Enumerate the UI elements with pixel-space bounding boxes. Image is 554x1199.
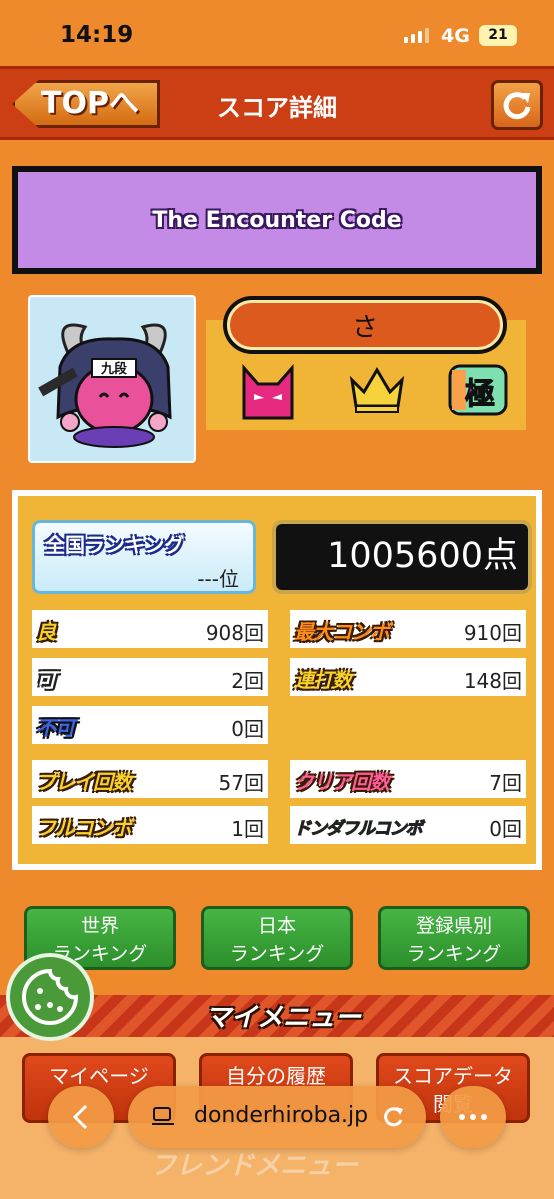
score-display: 1005600点 bbox=[272, 520, 532, 594]
page-title: スコア詳細 bbox=[217, 94, 337, 122]
japan-ranking-button[interactable]: 日本 ランキング bbox=[201, 906, 353, 970]
crown-icon bbox=[349, 367, 405, 413]
national-ranking-value: ---位 bbox=[197, 567, 239, 591]
network-label: 4G bbox=[441, 25, 470, 47]
reload-icon[interactable] bbox=[380, 1104, 406, 1130]
player-avatar: 九段 bbox=[28, 295, 196, 463]
refresh-icon bbox=[503, 92, 531, 120]
friend-menu-title: フレンドメニュー bbox=[150, 1151, 359, 1181]
score-panel: 全国ランキング ---位 1005600点 良 908回 最大コンボ 910回 可2… bbox=[12, 490, 542, 870]
stat-ok: 可 2回 bbox=[32, 658, 268, 696]
refresh-button[interactable] bbox=[491, 80, 543, 130]
browser-more-button[interactable] bbox=[440, 1086, 506, 1148]
stat-max-combo: 最大コンボ 910回 bbox=[290, 610, 526, 648]
stat-play-count: プレイ回数 57回 bbox=[32, 760, 268, 798]
stat-good: 良 908回 bbox=[32, 610, 268, 648]
url-text: donderhiroba.jp bbox=[194, 1103, 369, 1128]
national-ranking-label: 全国ランキング bbox=[45, 533, 185, 557]
chevron-left-icon bbox=[72, 1104, 88, 1130]
player-name: さ bbox=[227, 300, 503, 350]
more-icon bbox=[459, 1114, 487, 1120]
status-bar: 14:19 4G 21 bbox=[0, 0, 554, 66]
stat-bad: 不可 0回 bbox=[32, 706, 268, 744]
song-title-bar: The Encounter Code bbox=[12, 166, 542, 274]
extreme-badge: 極 bbox=[465, 377, 495, 412]
battery-icon: 21 bbox=[479, 25, 517, 46]
my-menu-title: マイメニュー bbox=[205, 1003, 362, 1033]
page-header: TOPへ スコア詳細 bbox=[0, 66, 554, 140]
signal-icon bbox=[404, 28, 429, 43]
extreme-rank-icon: 極 bbox=[448, 364, 508, 416]
avatar-badge: 九段 bbox=[100, 361, 127, 377]
browser-address-bar[interactable]: donderhiroba.jp bbox=[128, 1086, 426, 1148]
cookie-settings-button[interactable] bbox=[6, 953, 94, 1041]
stat-full-combo: フルコンボ 1回 bbox=[32, 806, 268, 844]
stat-clear-count: クリア回数 7回 bbox=[290, 760, 526, 798]
status-time: 14:19 bbox=[60, 22, 134, 48]
prefecture-ranking-button[interactable]: 登録県別 ランキング bbox=[378, 906, 530, 970]
browser-back-button[interactable] bbox=[48, 1086, 114, 1148]
oni-difficulty-icon bbox=[242, 364, 294, 420]
song-title: The Encounter Code bbox=[18, 172, 536, 268]
cookie-icon bbox=[22, 968, 79, 1025]
national-ranking-box[interactable]: 全国ランキング ---位 bbox=[32, 520, 256, 594]
stat-dondaful-combo: ドンダフルコンボ 0回 bbox=[290, 806, 526, 844]
page-menu-icon bbox=[152, 1107, 174, 1125]
stat-drumroll: 連打数 148回 bbox=[290, 658, 526, 696]
player-name-pill: さ bbox=[223, 296, 507, 354]
